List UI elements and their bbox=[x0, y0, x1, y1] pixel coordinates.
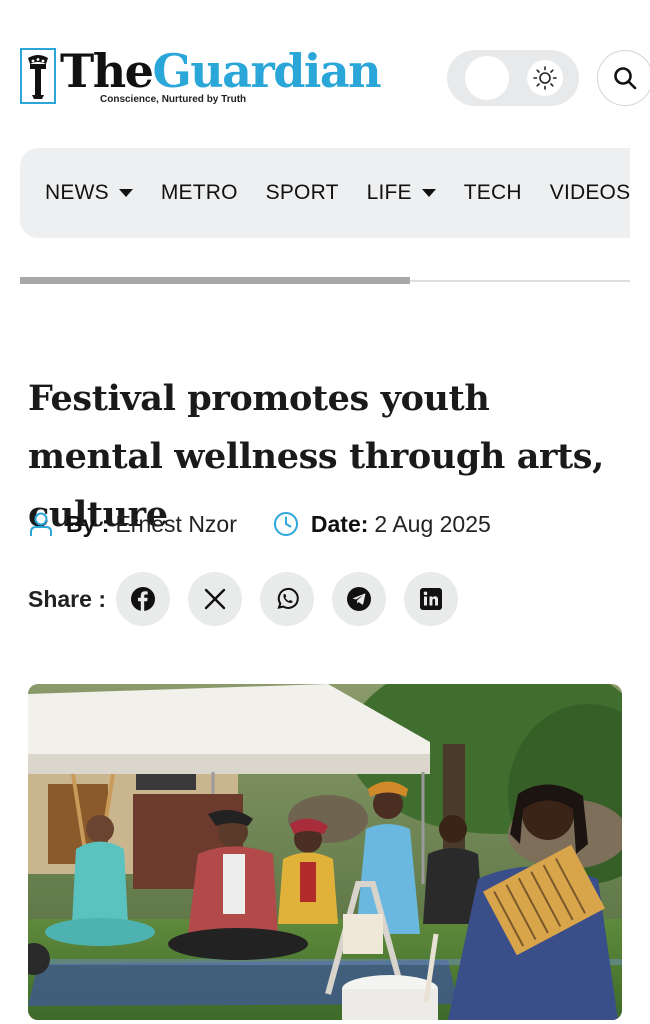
nav-item-life[interactable]: LIFE bbox=[367, 181, 436, 205]
site-header: TheGuardian Conscience, Nurtured by Trut… bbox=[0, 0, 650, 140]
caret-down-icon bbox=[118, 189, 133, 197]
toggle-knob bbox=[465, 56, 509, 100]
nav-item-label: VIDEOS bbox=[549, 181, 631, 204]
share-facebook-button[interactable] bbox=[115, 572, 170, 626]
facebook-icon bbox=[130, 587, 155, 611]
article-hero-image bbox=[28, 684, 622, 1020]
theme-toggle[interactable] bbox=[447, 50, 579, 106]
whatsapp-icon bbox=[277, 587, 299, 609]
share-linkedin-button[interactable] bbox=[403, 572, 458, 626]
share-label: Share : bbox=[28, 585, 106, 612]
nav-item-tech[interactable]: TECH bbox=[464, 181, 522, 205]
nav-item-label: SPORT bbox=[265, 181, 339, 204]
nav-item-news[interactable]: NEWS bbox=[45, 181, 133, 205]
share-x-button[interactable] bbox=[187, 572, 242, 626]
nav-item-label: LIFE bbox=[366, 181, 412, 204]
clock-icon bbox=[273, 511, 299, 537]
publish-date: 2 Aug 2025 bbox=[374, 510, 491, 537]
nav-item-videos[interactable]: VIDEOS bbox=[550, 181, 631, 205]
date-label: Date: bbox=[310, 510, 369, 537]
sun-icon bbox=[527, 60, 563, 96]
nav-item-label: METRO bbox=[160, 181, 238, 204]
reading-progress-fill bbox=[20, 277, 411, 284]
main-nav: NEWS METRO SPORT LIFE TECH VIDEOS bbox=[20, 148, 630, 238]
author-label: By : bbox=[66, 510, 110, 537]
article-meta: By : Ernest Nzor Date: 2 Aug 2025 bbox=[28, 505, 491, 543]
nav-item-label: NEWS bbox=[45, 181, 109, 204]
nav-item-sport[interactable]: SPORT bbox=[266, 181, 339, 205]
search-icon bbox=[614, 67, 637, 90]
nav-item-label: TECH bbox=[463, 181, 522, 204]
x-icon bbox=[204, 588, 226, 610]
caret-down-icon bbox=[421, 189, 436, 197]
reading-progress-bar bbox=[20, 277, 630, 284]
linkedin-icon bbox=[419, 588, 442, 610]
guardian-emblem-icon bbox=[20, 48, 56, 104]
telegram-icon bbox=[346, 587, 371, 611]
logo-guardian: Guardian bbox=[152, 44, 381, 98]
search-button[interactable] bbox=[597, 50, 650, 106]
logo-the: The bbox=[60, 44, 154, 98]
share-whatsapp-button[interactable] bbox=[259, 572, 314, 626]
site-logo[interactable]: TheGuardian Conscience, Nurtured by Trut… bbox=[20, 48, 382, 105]
logo-wordmark: TheGuardian bbox=[60, 48, 382, 94]
share-bar: Share : bbox=[28, 572, 476, 626]
share-telegram-button[interactable] bbox=[331, 572, 386, 626]
user-icon bbox=[28, 511, 54, 537]
author-name[interactable]: Ernest Nzor bbox=[115, 511, 236, 538]
nav-item-metro[interactable]: METRO bbox=[161, 181, 238, 205]
